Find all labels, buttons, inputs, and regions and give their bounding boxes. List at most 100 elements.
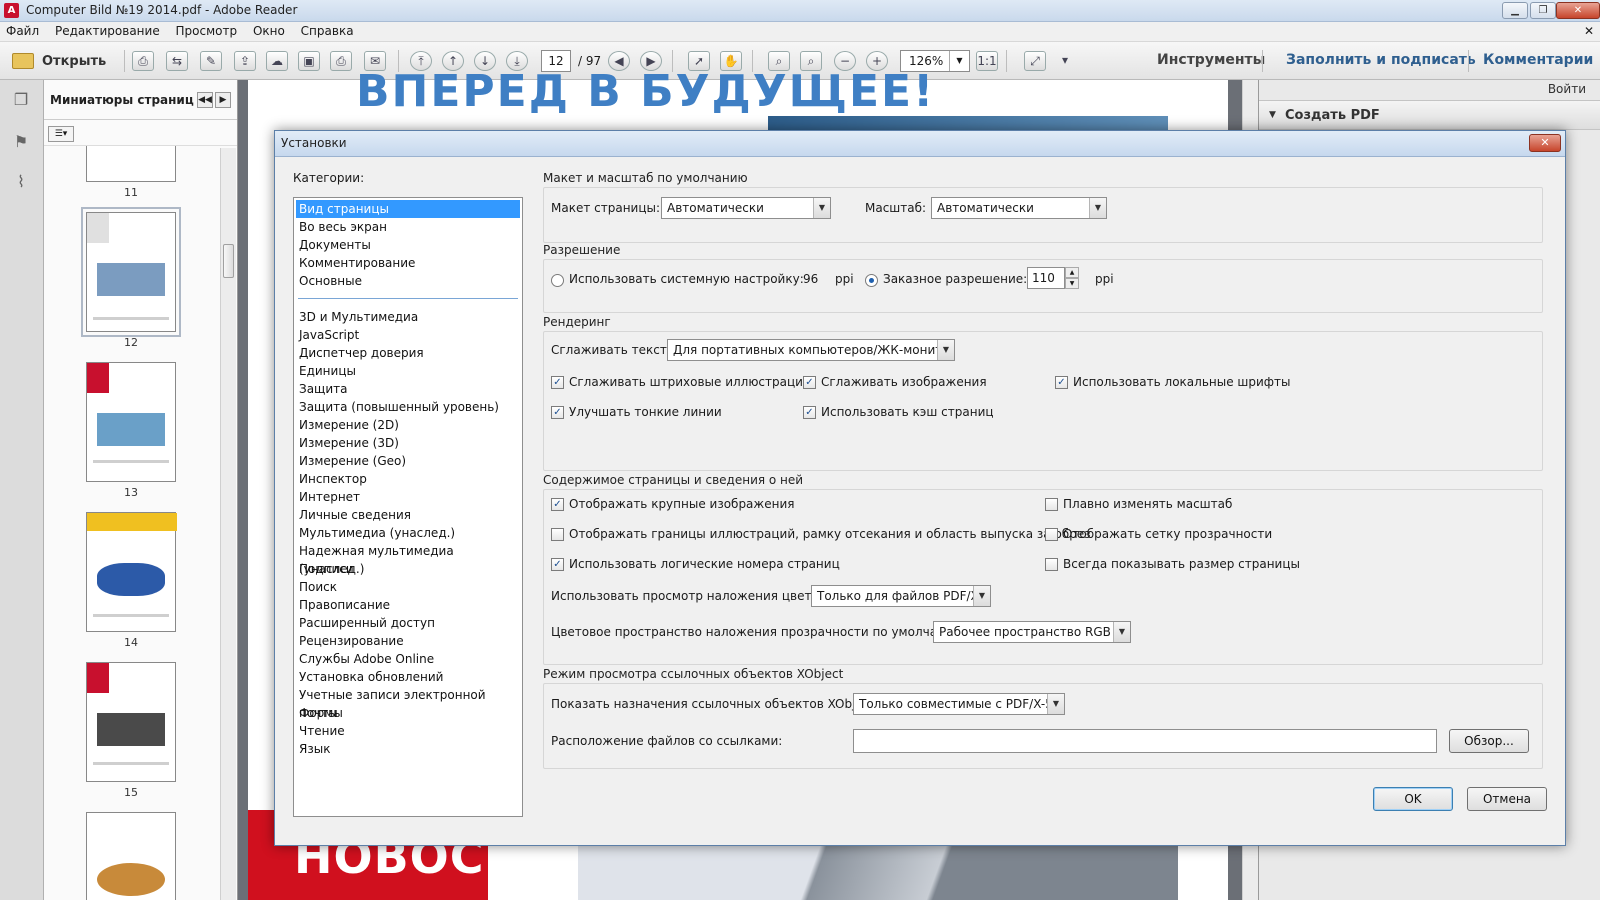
- page-layout-select[interactable]: Автоматически ▼: [661, 197, 831, 219]
- always-page-size-checkbox[interactable]: [1045, 558, 1058, 571]
- edit-pdf-icon[interactable]: ✎: [200, 51, 222, 71]
- category-item[interactable]: Чтение: [296, 722, 520, 740]
- category-item[interactable]: Формы: [296, 704, 520, 722]
- system-resolution-radio[interactable]: [551, 274, 564, 287]
- xobject-targets-select[interactable]: Только совместимые с PDF/X-5 ▼: [853, 693, 1065, 715]
- page-cache-checkbox[interactable]: ✓: [803, 406, 816, 419]
- menu-window[interactable]: Окно: [247, 22, 291, 41]
- category-item[interactable]: Единицы: [296, 362, 520, 380]
- print-icon[interactable]: ⎙: [330, 51, 352, 71]
- category-item[interactable]: Инспектор: [296, 470, 520, 488]
- category-item[interactable]: Основные: [296, 272, 520, 290]
- category-item[interactable]: Рецензирование: [296, 632, 520, 650]
- save-icon[interactable]: ▣: [298, 51, 320, 71]
- menu-file[interactable]: Файл: [0, 22, 45, 41]
- category-item[interactable]: Интернет: [296, 488, 520, 506]
- local-fonts-checkbox[interactable]: ✓: [1055, 376, 1068, 389]
- categories-list[interactable]: Вид страницы Во весь экран Документы Ком…: [293, 197, 523, 817]
- thumbnails-scrollbar[interactable]: [220, 148, 236, 900]
- actual-size-icon[interactable]: 1:1: [976, 51, 998, 71]
- category-item[interactable]: Правописание: [296, 596, 520, 614]
- stepper-down-icon[interactable]: ▼: [1065, 278, 1079, 289]
- maximize-button[interactable]: ❐: [1530, 2, 1556, 19]
- convert-pdf-icon[interactable]: ⇆: [166, 51, 188, 71]
- fill-sign-pane-button[interactable]: Заполнить и подписать: [1286, 52, 1476, 68]
- thumbnail-page[interactable]: [86, 146, 176, 182]
- category-item[interactable]: Надежная мультимедиа (унаслед.): [296, 542, 520, 576]
- create-pdf-icon[interactable]: ⎙: [132, 51, 154, 71]
- overprint-select[interactable]: Только для файлов PDF/X ▼: [811, 585, 991, 607]
- folder-icon: [12, 53, 34, 69]
- category-item[interactable]: Документы: [296, 236, 520, 254]
- smooth-line-art-checkbox[interactable]: ✓: [551, 376, 564, 389]
- menu-edit[interactable]: Редактирование: [49, 22, 166, 41]
- cancel-button[interactable]: Отмена: [1467, 787, 1547, 811]
- linked-files-location-input[interactable]: [853, 729, 1437, 753]
- category-item[interactable]: Службы Adobe Online: [296, 650, 520, 668]
- category-item[interactable]: Мультимедиа (унаслед.): [296, 524, 520, 542]
- category-item[interactable]: Защита (повышенный уровень): [296, 398, 520, 416]
- category-item[interactable]: Диспетчер доверия: [296, 344, 520, 362]
- category-item[interactable]: Защита: [296, 380, 520, 398]
- ok-button[interactable]: OK: [1373, 787, 1453, 811]
- category-item[interactable]: Комментирование: [296, 254, 520, 272]
- fullscreen-icon[interactable]: ⤢: [1024, 51, 1046, 71]
- thin-lines-checkbox[interactable]: ✓: [551, 406, 564, 419]
- thumbnail-options-menu-icon[interactable]: ☰▾: [48, 126, 74, 142]
- close-document-icon[interactable]: ✕: [1584, 24, 1594, 38]
- thumbnail-page[interactable]: [81, 207, 181, 337]
- category-item[interactable]: Личные сведения: [296, 506, 520, 524]
- menu-help[interactable]: Справка: [295, 22, 360, 41]
- logical-page-numbers-checkbox[interactable]: ✓: [551, 558, 564, 571]
- browse-button[interactable]: Обзор...: [1449, 729, 1529, 753]
- smooth-zoom-checkbox[interactable]: [1045, 498, 1058, 511]
- smooth-images-checkbox[interactable]: ✓: [803, 376, 816, 389]
- category-item[interactable]: Установка обновлений: [296, 668, 520, 686]
- sign-in-link[interactable]: Войти: [1548, 82, 1586, 96]
- category-item[interactable]: Язык: [296, 740, 520, 758]
- dialog-close-button[interactable]: ✕: [1529, 134, 1561, 152]
- upload-cloud-icon[interactable]: ☁: [266, 51, 288, 71]
- category-item[interactable]: Во весь экран: [296, 218, 520, 236]
- share-folder-icon[interactable]: ⇪: [234, 51, 256, 71]
- custom-resolution-input[interactable]: 110: [1027, 267, 1065, 289]
- large-images-checkbox[interactable]: ✓: [551, 498, 564, 511]
- minimize-button[interactable]: ▁: [1502, 2, 1528, 19]
- category-item[interactable]: Измерение (Geo): [296, 452, 520, 470]
- thumbnail-page[interactable]: [86, 662, 176, 782]
- blend-space-select[interactable]: Рабочее пространство RGB ▼: [933, 621, 1131, 643]
- category-item[interactable]: Подписи: [296, 560, 520, 578]
- expand-right-icon[interactable]: ▶: [215, 92, 231, 108]
- tools-pane-button[interactable]: Инструменты: [1157, 52, 1265, 68]
- category-item[interactable]: 3D и Мультимедиа: [296, 308, 520, 326]
- open-button[interactable]: Открыть: [8, 49, 112, 73]
- thumbnail-page[interactable]: [86, 812, 176, 900]
- collapse-left-icon[interactable]: ◀◀: [197, 92, 213, 108]
- category-item[interactable]: Вид страницы: [296, 200, 520, 218]
- category-item[interactable]: Поиск: [296, 578, 520, 596]
- custom-resolution-radio[interactable]: [865, 274, 878, 287]
- stepper-up-icon[interactable]: ▲: [1065, 267, 1079, 278]
- thumbnail-page[interactable]: [86, 512, 177, 632]
- transparency-grid-checkbox[interactable]: [1045, 528, 1058, 541]
- menu-view[interactable]: Просмотр: [170, 22, 244, 41]
- customize-toolbar-icon[interactable]: ▾: [1054, 51, 1076, 71]
- page-thumbnails-icon[interactable]: ❐: [9, 90, 33, 114]
- scrollbar-thumb[interactable]: [223, 244, 234, 278]
- close-button[interactable]: ✕: [1556, 2, 1600, 19]
- category-item[interactable]: JavaScript: [296, 326, 520, 344]
- create-pdf-section[interactable]: ▼ Создать PDF: [1259, 100, 1600, 130]
- category-item[interactable]: Измерение (2D): [296, 416, 520, 434]
- art-trim-bleed-checkbox[interactable]: [551, 528, 564, 541]
- bookmarks-icon[interactable]: ⚑: [9, 132, 33, 156]
- attachments-icon[interactable]: ⌇: [9, 172, 33, 196]
- thumbnail-page[interactable]: [86, 362, 176, 482]
- category-item[interactable]: Учетные записи электронной почты: [296, 686, 520, 720]
- chevron-down-icon[interactable]: ▼: [949, 51, 969, 71]
- category-item[interactable]: Измерение (3D): [296, 434, 520, 452]
- category-item[interactable]: Расширенный доступ: [296, 614, 520, 632]
- resolution-stepper[interactable]: ▲ ▼: [1065, 267, 1079, 289]
- smooth-text-select[interactable]: Для портативных компьютеров/ЖК-мониторов…: [667, 339, 955, 361]
- zoom-select[interactable]: Автоматически ▼: [931, 197, 1107, 219]
- comments-pane-button[interactable]: Комментарии: [1483, 52, 1593, 68]
